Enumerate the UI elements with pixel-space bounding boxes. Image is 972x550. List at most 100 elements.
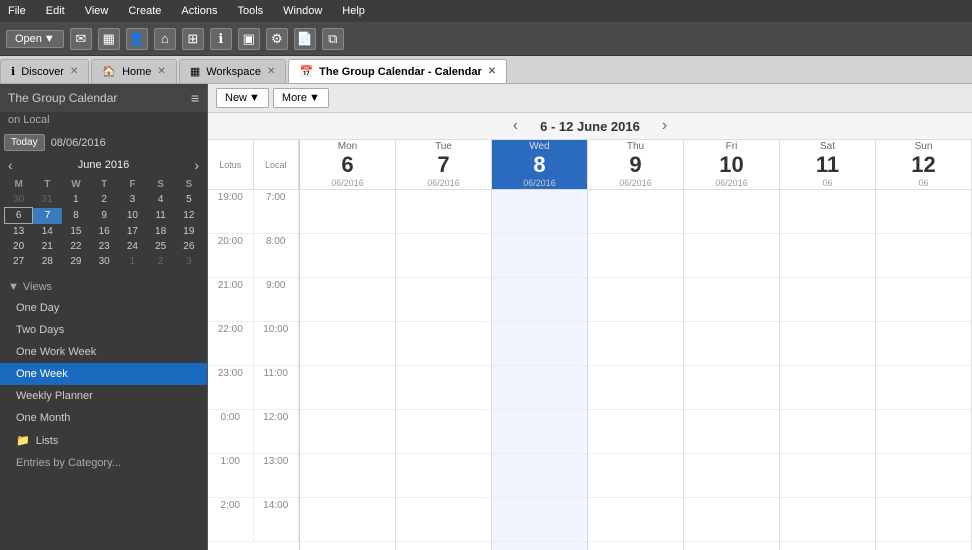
mini-cal-day[interactable]: 24 bbox=[118, 239, 146, 254]
tab-group-calendar[interactable]: 📅 The Group Calendar - Calendar ✕ bbox=[288, 59, 507, 83]
mini-cal-day[interactable]: 20 bbox=[5, 239, 33, 254]
tab-discover[interactable]: ℹ Discover ✕ bbox=[0, 59, 89, 83]
calendar-cell[interactable] bbox=[588, 410, 683, 454]
mini-cal-day[interactable]: 1 bbox=[62, 192, 90, 208]
calendar-cell[interactable] bbox=[780, 410, 875, 454]
calendar-cell[interactable] bbox=[588, 498, 683, 542]
view-item-two-days[interactable]: Two Days bbox=[0, 319, 207, 341]
mini-cal-day[interactable]: 17 bbox=[118, 224, 146, 240]
copy-icon[interactable]: ⧉ bbox=[322, 28, 344, 50]
menu-actions[interactable]: Actions bbox=[177, 3, 221, 19]
calendar-cell[interactable] bbox=[588, 234, 683, 278]
mini-cal-day[interactable]: 23 bbox=[90, 239, 118, 254]
menu-help[interactable]: Help bbox=[338, 3, 369, 19]
calendar-cell[interactable] bbox=[396, 322, 491, 366]
calendar-cell[interactable] bbox=[876, 410, 971, 454]
menu-create[interactable]: Create bbox=[124, 3, 165, 19]
mini-cal-day[interactable]: 16 bbox=[90, 224, 118, 240]
menu-view[interactable]: View bbox=[81, 3, 113, 19]
calendar-cell[interactable] bbox=[492, 366, 587, 410]
calendar-cell[interactable] bbox=[396, 454, 491, 498]
mini-cal-day[interactable]: 7 bbox=[33, 208, 62, 224]
tab-workspace[interactable]: ▦ Workspace ✕ bbox=[179, 59, 287, 83]
today-button[interactable]: Today bbox=[4, 134, 45, 151]
calendar-cell[interactable] bbox=[300, 278, 395, 322]
calendar-cell[interactable] bbox=[492, 322, 587, 366]
mini-cal-day[interactable]: 3 bbox=[118, 192, 146, 208]
mini-cal-day[interactable]: 18 bbox=[147, 224, 175, 240]
mini-cal-day[interactable]: 27 bbox=[5, 254, 33, 269]
view-item-one-month[interactable]: One Month bbox=[0, 407, 207, 429]
calendar-cell[interactable] bbox=[780, 366, 875, 410]
menu-tools[interactable]: Tools bbox=[233, 3, 267, 19]
calendar-cell[interactable] bbox=[300, 234, 395, 278]
calendar-cell[interactable] bbox=[300, 322, 395, 366]
calendar-cell[interactable] bbox=[684, 410, 779, 454]
mini-cal-day[interactable]: 11 bbox=[147, 208, 175, 224]
day-column-mon[interactable] bbox=[300, 190, 396, 550]
mini-cal-day[interactable]: 2 bbox=[147, 254, 175, 269]
mini-cal-day[interactable]: 3 bbox=[175, 254, 203, 269]
calendar-cell[interactable] bbox=[780, 454, 875, 498]
calendar-cell[interactable] bbox=[876, 322, 971, 366]
lists-item[interactable]: 📁 Lists bbox=[0, 429, 207, 452]
calendar-cell[interactable] bbox=[492, 498, 587, 542]
day-column-thu[interactable] bbox=[588, 190, 684, 550]
mini-cal-day[interactable]: 22 bbox=[62, 239, 90, 254]
menu-window[interactable]: Window bbox=[279, 3, 326, 19]
mini-cal-day[interactable]: 25 bbox=[147, 239, 175, 254]
calendar-cell[interactable] bbox=[876, 190, 971, 234]
mini-cal-day[interactable]: 28 bbox=[33, 254, 62, 269]
mail-icon[interactable]: ✉ bbox=[70, 28, 92, 50]
mini-cal-day[interactable]: 1 bbox=[118, 254, 146, 269]
calendar-cell[interactable] bbox=[876, 234, 971, 278]
calendar-cell[interactable] bbox=[396, 190, 491, 234]
views-header[interactable]: ▼ Views bbox=[0, 277, 207, 297]
mini-cal-day[interactable]: 30 bbox=[90, 254, 118, 269]
calendar-cell[interactable] bbox=[396, 366, 491, 410]
day-column-sat[interactable] bbox=[780, 190, 876, 550]
prev-week-button[interactable]: ‹ bbox=[507, 117, 524, 135]
tab-home[interactable]: 🏠 Home ✕ bbox=[91, 59, 176, 83]
calendar-cell[interactable] bbox=[300, 454, 395, 498]
contacts-icon[interactable]: 👤 bbox=[126, 28, 148, 50]
tab-home-close[interactable]: ✕ bbox=[157, 66, 165, 77]
menu-edit[interactable]: Edit bbox=[42, 3, 69, 19]
mini-cal-day[interactable]: 4 bbox=[147, 192, 175, 208]
calendar-cell[interactable] bbox=[684, 234, 779, 278]
calendar-cell[interactable] bbox=[396, 278, 491, 322]
view-item-one-work-week[interactable]: One Work Week bbox=[0, 341, 207, 363]
tab-discover-close[interactable]: ✕ bbox=[70, 66, 78, 77]
mini-cal-day[interactable]: 9 bbox=[90, 208, 118, 224]
calendar-cell[interactable] bbox=[492, 234, 587, 278]
calendar-cell[interactable] bbox=[588, 366, 683, 410]
calendar-cell[interactable] bbox=[780, 278, 875, 322]
calendar-cell[interactable] bbox=[876, 278, 971, 322]
calendar-cell[interactable] bbox=[396, 498, 491, 542]
view-item-one-week[interactable]: One Week bbox=[0, 363, 207, 385]
monitor-icon[interactable]: ▣ bbox=[238, 28, 260, 50]
calendar-cell[interactable] bbox=[684, 322, 779, 366]
calendar-cell[interactable] bbox=[588, 322, 683, 366]
new-button[interactable]: New ▼ bbox=[216, 88, 269, 108]
mini-cal-day[interactable]: 6 bbox=[5, 208, 33, 224]
view-item-weekly-planner[interactable]: Weekly Planner bbox=[0, 385, 207, 407]
tab-workspace-close[interactable]: ✕ bbox=[267, 66, 275, 77]
calendar-cell[interactable] bbox=[396, 234, 491, 278]
mini-cal-day[interactable]: 30 bbox=[5, 192, 33, 208]
next-week-button[interactable]: › bbox=[656, 117, 673, 135]
doc-icon[interactable]: 📄 bbox=[294, 28, 316, 50]
prev-month-button[interactable]: ‹ bbox=[4, 157, 17, 173]
calendar-cell[interactable] bbox=[876, 498, 971, 542]
calendar-cell[interactable] bbox=[492, 454, 587, 498]
calendar-cell[interactable] bbox=[876, 454, 971, 498]
mini-cal-day[interactable]: 8 bbox=[62, 208, 90, 224]
mini-cal-day[interactable]: 21 bbox=[33, 239, 62, 254]
home-icon[interactable]: ⌂ bbox=[154, 28, 176, 50]
calendar-cell[interactable] bbox=[588, 454, 683, 498]
mini-cal-day[interactable]: 19 bbox=[175, 224, 203, 240]
calendar-cell[interactable] bbox=[300, 190, 395, 234]
day-column-tue[interactable] bbox=[396, 190, 492, 550]
next-month-button[interactable]: › bbox=[190, 157, 203, 173]
mini-cal-day[interactable]: 15 bbox=[62, 224, 90, 240]
